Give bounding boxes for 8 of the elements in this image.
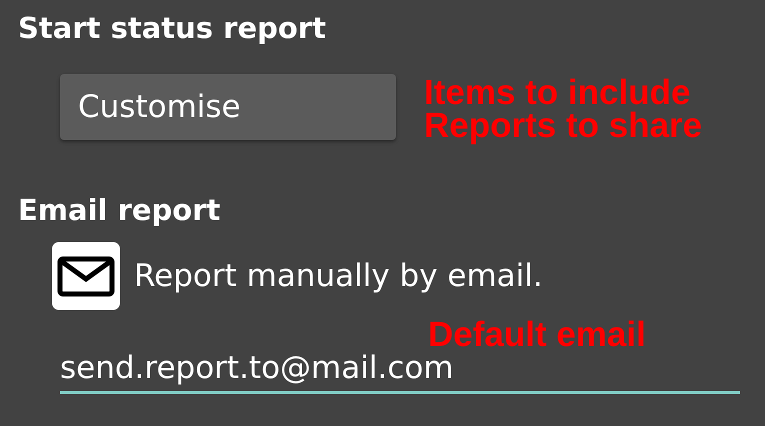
annotation-text: Reports to share xyxy=(424,109,702,142)
customise-button[interactable]: Customise xyxy=(60,74,396,140)
section-title: Email report xyxy=(18,192,220,229)
annotation-text: Items to include xyxy=(424,76,690,109)
option-text: Report manually by email. xyxy=(134,258,543,294)
mail-icon xyxy=(52,242,120,310)
section-title: Start status report xyxy=(18,10,326,47)
email-field[interactable]: send.report.to@mail.com xyxy=(60,350,740,394)
